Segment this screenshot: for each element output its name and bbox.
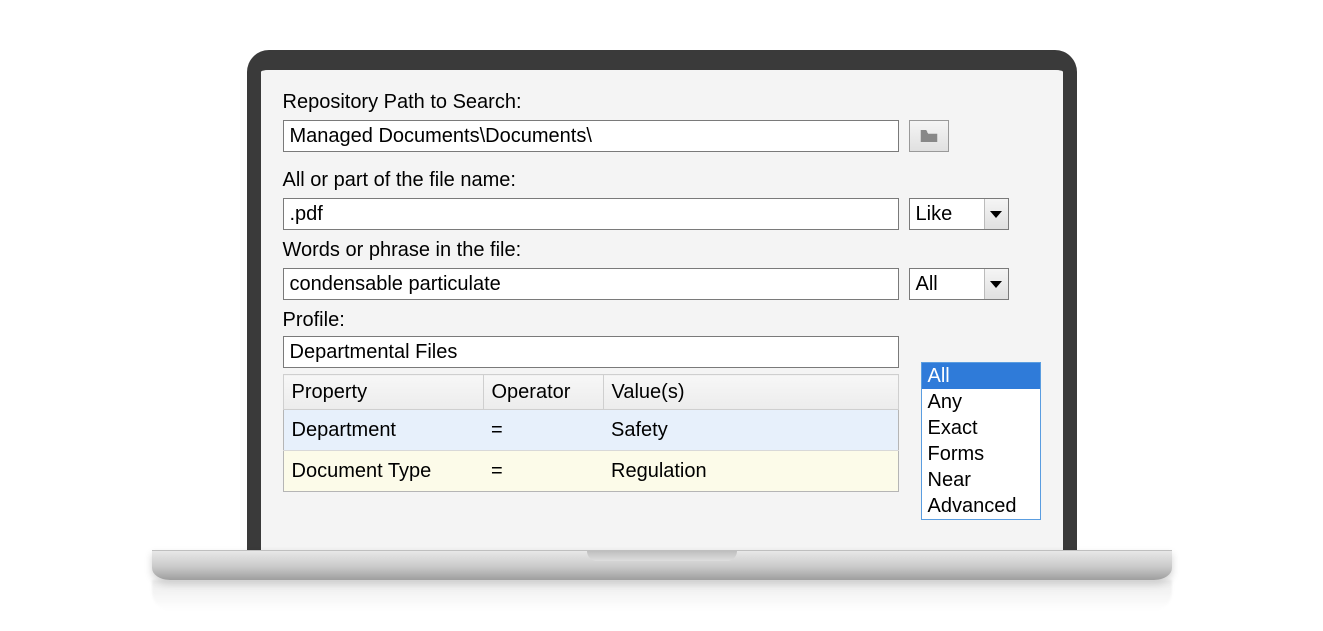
chevron-down-icon (990, 211, 1002, 218)
filename-operator-dropdown-button[interactable] (984, 199, 1008, 229)
profile-input[interactable] (283, 336, 899, 368)
search-form: Repository Path to Search: All or part o… (261, 70, 1063, 550)
filename-operator-value: Like (910, 200, 984, 228)
words-input[interactable] (283, 268, 899, 300)
repo-path-label: Repository Path to Search: (283, 88, 1041, 116)
table-row[interactable]: Department = Safety (283, 410, 898, 451)
laptop-base (152, 550, 1172, 580)
col-property[interactable]: Property (283, 375, 483, 410)
col-values[interactable]: Value(s) (603, 375, 898, 410)
dropdown-option[interactable]: Advanced (922, 493, 1040, 519)
col-operator[interactable]: Operator (483, 375, 603, 410)
dropdown-option[interactable]: Any (922, 389, 1040, 415)
dropdown-option[interactable]: Exact (922, 415, 1040, 441)
words-operator-dropdown-list[interactable]: All Any Exact Forms Near Advanced (921, 362, 1041, 520)
repo-path-input[interactable] (283, 120, 899, 152)
laptop-reflection (152, 580, 1172, 610)
laptop-frame: Repository Path to Search: All or part o… (247, 50, 1077, 610)
filename-operator-combo[interactable]: Like (909, 198, 1009, 230)
laptop-bezel: Repository Path to Search: All or part o… (247, 50, 1077, 550)
cell-operator: = (483, 451, 603, 492)
dropdown-option[interactable]: Forms (922, 441, 1040, 467)
dropdown-option[interactable]: All (922, 363, 1040, 389)
camera-notch (632, 57, 692, 63)
chevron-down-icon (990, 281, 1002, 288)
filename-input[interactable] (283, 198, 899, 230)
words-operator-value: All (910, 270, 984, 298)
filename-label: All or part of the file name: (283, 166, 1041, 194)
criteria-table: Property Operator Value(s) Department = … (283, 374, 899, 492)
cell-operator: = (483, 410, 603, 451)
profile-label: Profile: (283, 306, 1041, 334)
table-header-row: Property Operator Value(s) (283, 375, 898, 410)
cell-property: Department (283, 410, 483, 451)
dropdown-option[interactable]: Near (922, 467, 1040, 493)
words-operator-dropdown-button[interactable] (984, 269, 1008, 299)
table-row[interactable]: Document Type = Regulation (283, 451, 898, 492)
browse-button[interactable] (909, 120, 949, 152)
cell-value: Safety (603, 410, 898, 451)
cell-value: Regulation (603, 451, 898, 492)
cell-property: Document Type (283, 451, 483, 492)
words-operator-combo[interactable]: All (909, 268, 1009, 300)
words-label: Words or phrase in the file: (283, 236, 1041, 264)
folder-icon (920, 129, 938, 143)
